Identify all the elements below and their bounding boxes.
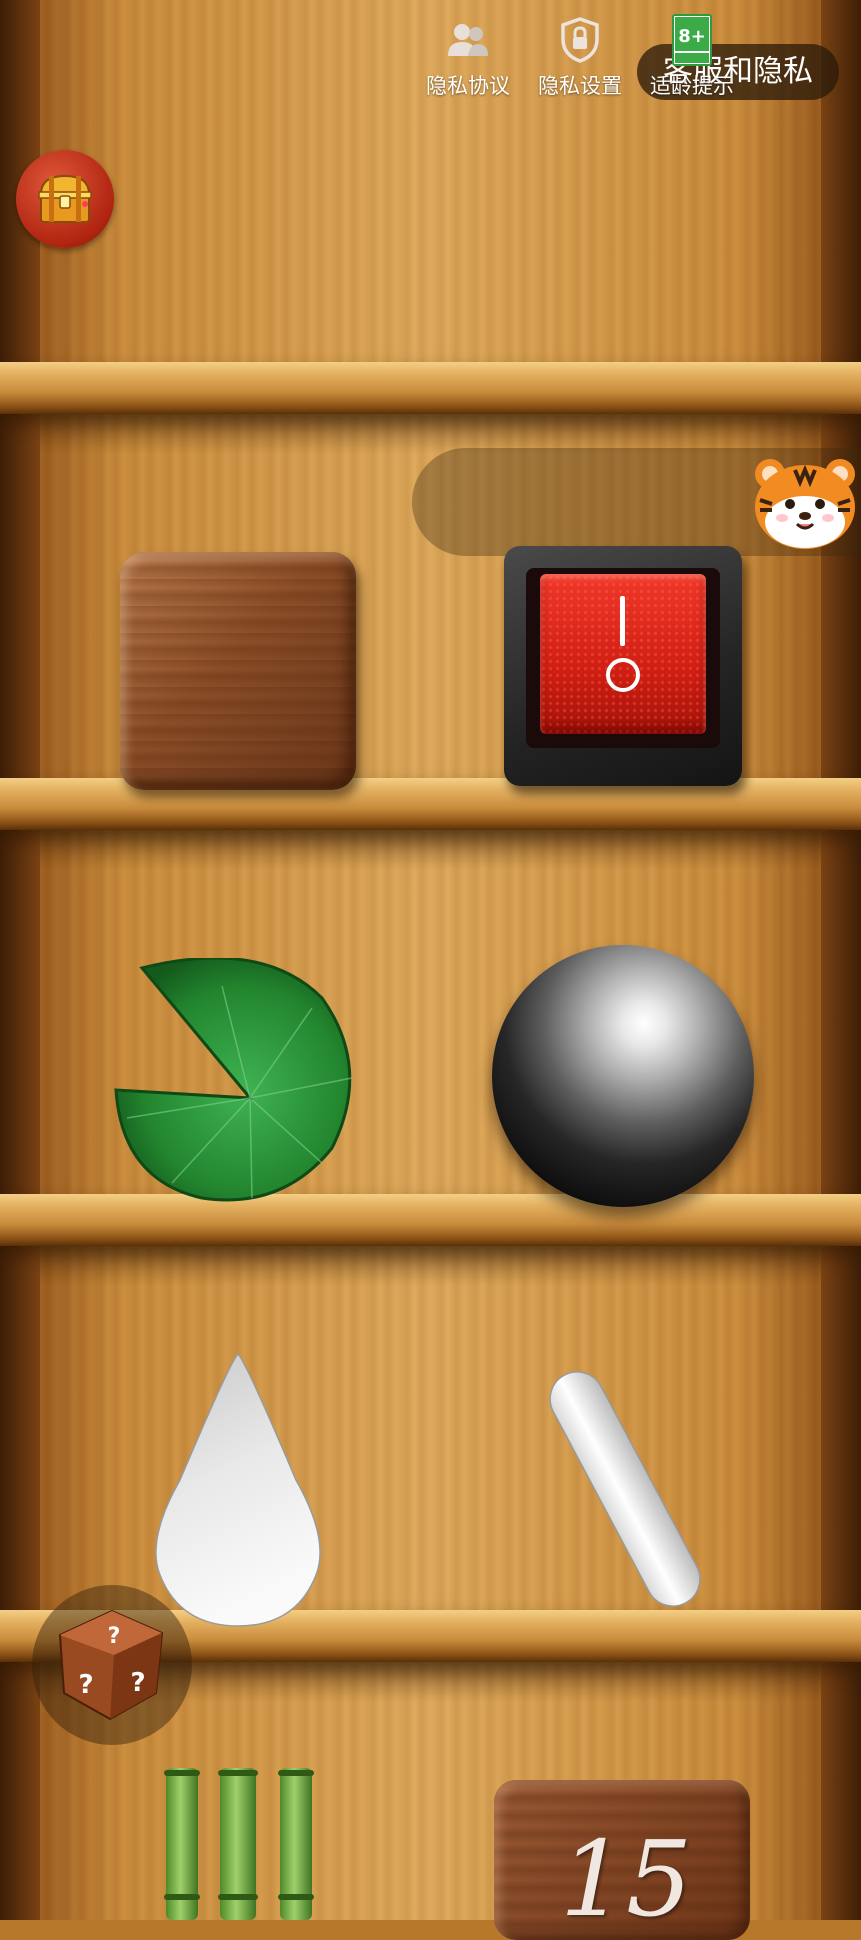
steel-ball-icon[interactable] [492,945,754,1207]
privacy-agreement-label: 隐私协议 [426,74,510,98]
chalk-icon[interactable] [540,1354,710,1624]
bamboo-icon[interactable] [160,1764,320,1920]
shield-lock-icon [561,17,599,63]
water-drop-icon[interactable] [146,1350,330,1630]
treasure-chest-button[interactable] [16,150,114,248]
wooden-block-icon[interactable] [120,552,356,790]
age-rating-label: 适龄提示 [650,74,734,98]
age-rating-icon: 8+ [672,14,712,66]
age-badge-text: 8+ [678,26,706,47]
switch-on-mark [620,596,625,646]
privacy-agreement-button[interactable]: 隐私协议 [418,14,518,100]
dice-mark: ? [108,1624,121,1649]
shelf-2 [0,778,861,830]
shelf-shadow [40,830,821,870]
dice-icon: ? ? ? [58,1609,164,1721]
tiger-mascot-icon[interactable] [750,452,860,552]
lotus-leaf-icon[interactable] [112,958,364,1208]
random-dice-button[interactable]: ? ? ? [32,1585,192,1745]
privacy-settings-label: 隐私设置 [538,74,622,98]
age-rating-button[interactable]: 8+ 适龄提示 [642,14,742,100]
dice-mark: ? [130,1668,145,1698]
switch-off-mark [606,658,640,692]
switch-rocker[interactable] [540,574,706,734]
shelf-shadow [40,1246,821,1286]
users-icon [448,24,488,56]
dice-mark: ? [78,1670,93,1700]
shelf-1 [0,362,861,414]
number-tile-value: 15 [559,1818,693,1940]
treasure-chest-icon [38,174,92,223]
privacy-settings-button[interactable]: 隐私设置 [530,14,630,100]
